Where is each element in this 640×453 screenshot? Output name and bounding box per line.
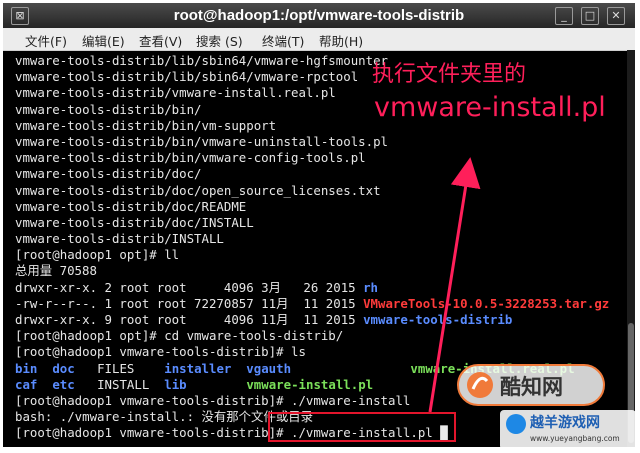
watermark-badge-icon	[506, 414, 526, 434]
watermark: 酷知网	[456, 363, 606, 407]
watermark-badge: 越羊游戏网 www.yueyangbang.com	[500, 410, 636, 450]
watermark-text-3: www.yueyangbang.com	[530, 434, 620, 443]
highlight-box	[268, 412, 456, 442]
watermark-text-2: 越羊游戏网	[530, 415, 600, 431]
watermark-text-1: 酷知网	[500, 375, 563, 399]
